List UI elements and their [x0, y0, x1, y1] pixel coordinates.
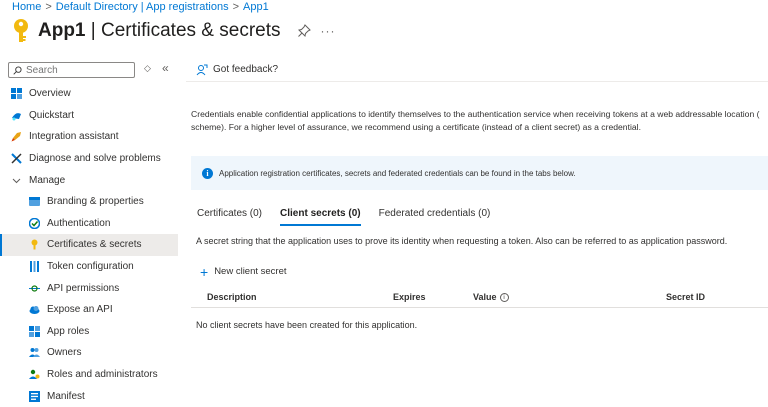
sidebar-item-label: Diagnose and solve problems [29, 153, 161, 165]
sidebar-item-label: Integration assistant [29, 131, 119, 143]
sidebar: ◇ « Overview Quickstart Integration assi… [0, 58, 178, 407]
sidebar-item-label: App roles [47, 325, 90, 337]
sidebar-item-token-configuration[interactable]: Token configuration [0, 256, 178, 278]
column-header-value-label: Value [473, 292, 497, 302]
sidebar-item-label: Branding & properties [47, 196, 144, 208]
sidebar-item-label: Owners [47, 347, 82, 359]
branding-icon [29, 197, 40, 207]
info-banner: i Application registration certificates,… [191, 156, 768, 190]
overview-icon [11, 88, 22, 100]
key-icon [14, 19, 28, 42]
column-header-value: Value i [473, 292, 509, 302]
wrench-icon [11, 153, 22, 164]
pin-icon[interactable] [297, 24, 311, 38]
new-client-secret-label: New client secret [214, 266, 287, 277]
breadcrumb-separator: > [45, 1, 52, 13]
sidebar-item-label: Certificates & secrets [47, 239, 142, 251]
empty-table-message: No client secrets have been created for … [196, 320, 418, 330]
feedback-button[interactable]: Got feedback? [213, 64, 278, 75]
manifest-icon [29, 390, 40, 402]
more-options-button[interactable]: ··· [321, 24, 336, 38]
sidebar-item-quickstart[interactable]: Quickstart [0, 105, 178, 127]
sidebar-item-authentication[interactable]: Authentication [0, 213, 178, 235]
tab-federated-credentials[interactable]: Federated credentials (0) [379, 208, 491, 226]
sidebar-item-integration-assistant[interactable]: Integration assistant [0, 126, 178, 148]
sidebar-item-manifest[interactable]: Manifest [0, 385, 178, 407]
info-icon: i [202, 167, 213, 179]
sidebar-item-overview[interactable]: Overview [0, 83, 178, 105]
sidebar-item-label: Manifest [47, 390, 85, 402]
feedback-icon [196, 64, 208, 75]
sidebar-item-branding[interactable]: Branding & properties [0, 191, 178, 213]
sidebar-item-label: Authentication [47, 217, 111, 229]
sidebar-item-diagnose[interactable]: Diagnose and solve problems [0, 148, 178, 170]
sidebar-item-owners[interactable]: Owners [0, 342, 178, 364]
sidebar-nav: Overview Quickstart Integration assistan… [0, 83, 178, 407]
page-title: App1 | Certificates & secrets [38, 20, 281, 42]
collapse-sidebar-button[interactable]: « [162, 61, 169, 75]
page-title-section: | Certificates & secrets [85, 20, 281, 41]
sidebar-search[interactable] [8, 62, 135, 78]
sidebar-item-certificates-secrets[interactable]: Certificates & secrets [0, 234, 178, 256]
breadcrumb-app-registrations-link[interactable]: Default Directory | App registrations [56, 1, 229, 13]
column-header-expires: Expires [393, 292, 426, 302]
sidebar-item-label: Quickstart [29, 109, 75, 121]
key-icon [31, 239, 38, 250]
command-bar: Got feedback? [186, 58, 768, 82]
info-banner-text: Application registration certificates, s… [219, 168, 576, 178]
api-permissions-icon [29, 285, 40, 292]
tab-client-secrets[interactable]: Client secrets (0) [280, 208, 361, 226]
page-description: Credentials enable confidential applicat… [191, 108, 768, 133]
search-options-icon[interactable]: ◇ [144, 63, 151, 74]
sidebar-item-app-roles[interactable]: App roles [0, 321, 178, 343]
sidebar-item-roles-administrators[interactable]: Roles and administrators [0, 364, 178, 386]
new-client-secret-button[interactable]: + New client secret [200, 263, 287, 280]
sidebar-item-label: Overview [29, 88, 71, 100]
sidebar-item-label: API permissions [47, 282, 120, 294]
chevron-down-icon [12, 178, 21, 183]
sidebar-item-expose-api[interactable]: Expose an API [0, 299, 178, 321]
sidebar-item-api-permissions[interactable]: API permissions [0, 277, 178, 299]
page-title-app-name: App1 [38, 20, 86, 41]
search-icon [13, 65, 22, 75]
column-header-secret-id: Secret ID [666, 292, 706, 302]
owners-icon [29, 348, 40, 358]
rocket-icon [11, 132, 21, 142]
quickstart-icon [12, 112, 21, 121]
plus-icon: + [200, 263, 209, 280]
page-description-line: scheme). For a higher level of assurance… [191, 121, 641, 132]
sidebar-item-label: Roles and administrators [47, 369, 158, 381]
app-roles-icon [29, 325, 40, 337]
secrets-table-header: Description Expires Value i Secret ID [191, 288, 768, 308]
page-description-line: Credentials enable confidential applicat… [191, 109, 760, 119]
column-header-description: Description [207, 292, 257, 302]
token-icon [30, 261, 39, 273]
value-info-icon[interactable]: i [499, 293, 509, 302]
client-secrets-description: A secret string that the application use… [196, 236, 728, 246]
sidebar-item-label: Token configuration [47, 261, 134, 273]
breadcrumb: Home > Default Directory | App registratio… [12, 1, 269, 13]
sidebar-group-manage[interactable]: Manage [0, 169, 178, 191]
cloud-icon [29, 306, 40, 315]
sidebar-item-label: Manage [29, 174, 66, 186]
page-header: App1 | Certificates & secrets ··· [10, 17, 336, 45]
authentication-icon [29, 217, 40, 229]
breadcrumb-app1-link[interactable]: App1 [243, 1, 269, 13]
breadcrumb-home-link[interactable]: Home [12, 1, 41, 13]
credential-tabs: Certificates (0) Client secrets (0) Fede… [197, 208, 508, 226]
sidebar-item-label: Expose an API [47, 304, 113, 316]
search-input[interactable] [26, 64, 126, 76]
main-content: Got feedback? Credentials enable confide… [178, 58, 768, 407]
roles-icon [29, 369, 40, 380]
tab-certificates[interactable]: Certificates (0) [197, 208, 262, 226]
breadcrumb-separator: > [232, 1, 240, 13]
